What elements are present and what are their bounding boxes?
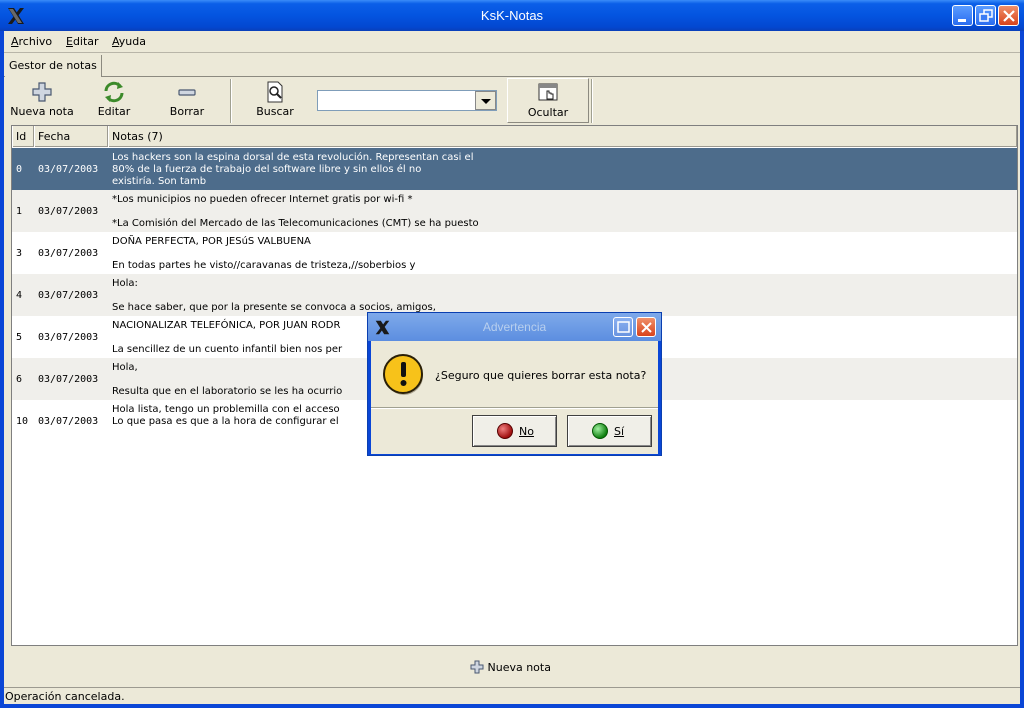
toolbar: Nueva nota Editar Borrar Buscar Ocultar xyxy=(4,78,1020,123)
no-button-label: No xyxy=(519,425,534,438)
maximize-icon xyxy=(617,321,630,333)
cell-id: 3 xyxy=(16,248,23,259)
plus-icon xyxy=(32,82,52,102)
table-row[interactable]: 1 03/07/2003 *Los municipios no pueden o… xyxy=(12,190,1017,232)
new-note-label: Nueva nota xyxy=(10,105,74,118)
edit-tool-button[interactable]: Editar xyxy=(86,78,142,118)
cell-note: NACIONALIZAR TELEFÓNICA, POR JUAN RODR L… xyxy=(112,320,343,355)
minimize-icon xyxy=(958,19,966,22)
cell-note: DOÑA PERFECTA, POR JESúS VALBUENA En tod… xyxy=(112,236,416,271)
header-notes[interactable]: Notas (7) xyxy=(108,126,1017,147)
cell-note: Hola: Se hace saber, que por la presente… xyxy=(112,278,436,313)
close-button[interactable] xyxy=(998,5,1019,26)
cell-date: 03/07/2003 xyxy=(38,416,99,427)
close-icon xyxy=(1003,10,1015,22)
menu-archivo[interactable]: Archivo xyxy=(11,35,52,48)
hide-label: Ocultar xyxy=(527,106,569,119)
dialog-separator xyxy=(371,407,658,409)
yes-button-label: Sí xyxy=(614,425,625,438)
edit-label: Editar xyxy=(97,105,131,118)
dialog-message: ¿Seguro que quieres borrar esta nota? xyxy=(435,369,647,382)
cell-date: 03/07/2003 xyxy=(38,332,99,343)
restore-icon xyxy=(979,9,993,22)
search-label: Buscar xyxy=(256,105,294,118)
red-dot-icon xyxy=(497,423,513,439)
status-text: Operación cancelada. xyxy=(5,690,125,703)
title-bar[interactable]: KsK-Notas xyxy=(0,0,1024,31)
table-row[interactable]: 3 03/07/2003 DOÑA PERFECTA, POR JESúS VA… xyxy=(12,232,1017,274)
search-tool-button[interactable]: Buscar xyxy=(250,78,300,118)
dialog-title-bar[interactable]: Advertencia xyxy=(368,313,661,341)
search-dropdown-button[interactable] xyxy=(475,91,496,110)
cell-id: 10 xyxy=(16,416,29,427)
tab-bar: Gestor de notas xyxy=(4,54,1020,77)
cell-id: 4 xyxy=(16,290,23,301)
green-dot-icon xyxy=(592,423,608,439)
header-id[interactable]: Id xyxy=(12,126,34,147)
cell-id: 1 xyxy=(16,206,23,217)
cell-id: 5 xyxy=(16,332,23,343)
bottom-new-note-button[interactable]: Nueva nota xyxy=(470,660,551,674)
cell-date: 03/07/2003 xyxy=(38,206,99,217)
delete-tool-button[interactable]: Borrar xyxy=(160,78,214,118)
status-bar: Operación cancelada. xyxy=(4,687,1020,704)
menu-bar: Archivo Editar Ayuda xyxy=(4,31,1020,53)
delete-label: Borrar xyxy=(169,105,205,118)
toolbar-separator xyxy=(230,79,232,123)
hand-window-icon xyxy=(538,83,558,101)
list-header: Id Fecha Notas (7) xyxy=(12,126,1017,147)
bottom-bar: Nueva nota xyxy=(4,649,1020,687)
new-note-tool-button[interactable]: Nueva nota xyxy=(8,78,76,118)
dialog-body: ¿Seguro que quieres borrar esta nota? No… xyxy=(371,341,658,454)
cell-note: Hola lista, tengo un problemilla con el … xyxy=(112,404,340,427)
header-date[interactable]: Fecha xyxy=(34,126,108,147)
menu-ayuda[interactable]: Ayuda xyxy=(112,35,146,48)
close-icon xyxy=(641,322,652,333)
minus-icon xyxy=(178,89,196,96)
menu-editar[interactable]: Editar xyxy=(66,35,99,48)
dialog-maximize-button[interactable] xyxy=(613,317,633,337)
window-title: KsK-Notas xyxy=(480,8,544,23)
hide-tool-inner: Ocultar xyxy=(508,79,588,119)
restore-button[interactable] xyxy=(975,5,996,26)
warning-icon xyxy=(383,354,423,395)
search-icon xyxy=(267,81,283,103)
cell-note: *Los municipios no pueden ofrecer Intern… xyxy=(112,194,479,229)
search-input[interactable] xyxy=(317,90,497,111)
bottom-new-note-label: Nueva nota xyxy=(487,661,551,674)
minimize-button[interactable] xyxy=(952,5,973,26)
dialog-close-button[interactable] xyxy=(636,317,656,337)
toolbar-separator-end xyxy=(591,79,593,123)
plus-icon xyxy=(470,660,484,674)
warning-dialog: Advertencia ¿Seguro que quieres borrar e… xyxy=(367,312,662,456)
table-row[interactable]: 4 03/07/2003 Hola: Se hace saber, que po… xyxy=(12,274,1017,316)
table-row[interactable]: 0 03/07/2003 Los hackers son la espina d… xyxy=(12,148,1017,190)
cell-id: 0 xyxy=(16,164,23,175)
cell-id: 6 xyxy=(16,374,23,385)
no-button[interactable]: No xyxy=(472,415,557,447)
refresh-icon xyxy=(104,81,124,103)
hide-tool-button[interactable]: Ocultar xyxy=(507,78,589,123)
cell-note: Los hackers son la espina dorsal de esta… xyxy=(112,152,474,187)
cell-date: 03/07/2003 xyxy=(38,374,99,385)
cell-date: 03/07/2003 xyxy=(38,164,99,175)
cell-date: 03/07/2003 xyxy=(38,290,99,301)
cell-date: 03/07/2003 xyxy=(38,248,99,259)
yes-button[interactable]: Sí xyxy=(567,415,652,447)
tab-gestor-de-notas[interactable]: Gestor de notas xyxy=(5,55,102,77)
cell-note: Hola, Resulta que en el laboratorio se l… xyxy=(112,362,343,397)
